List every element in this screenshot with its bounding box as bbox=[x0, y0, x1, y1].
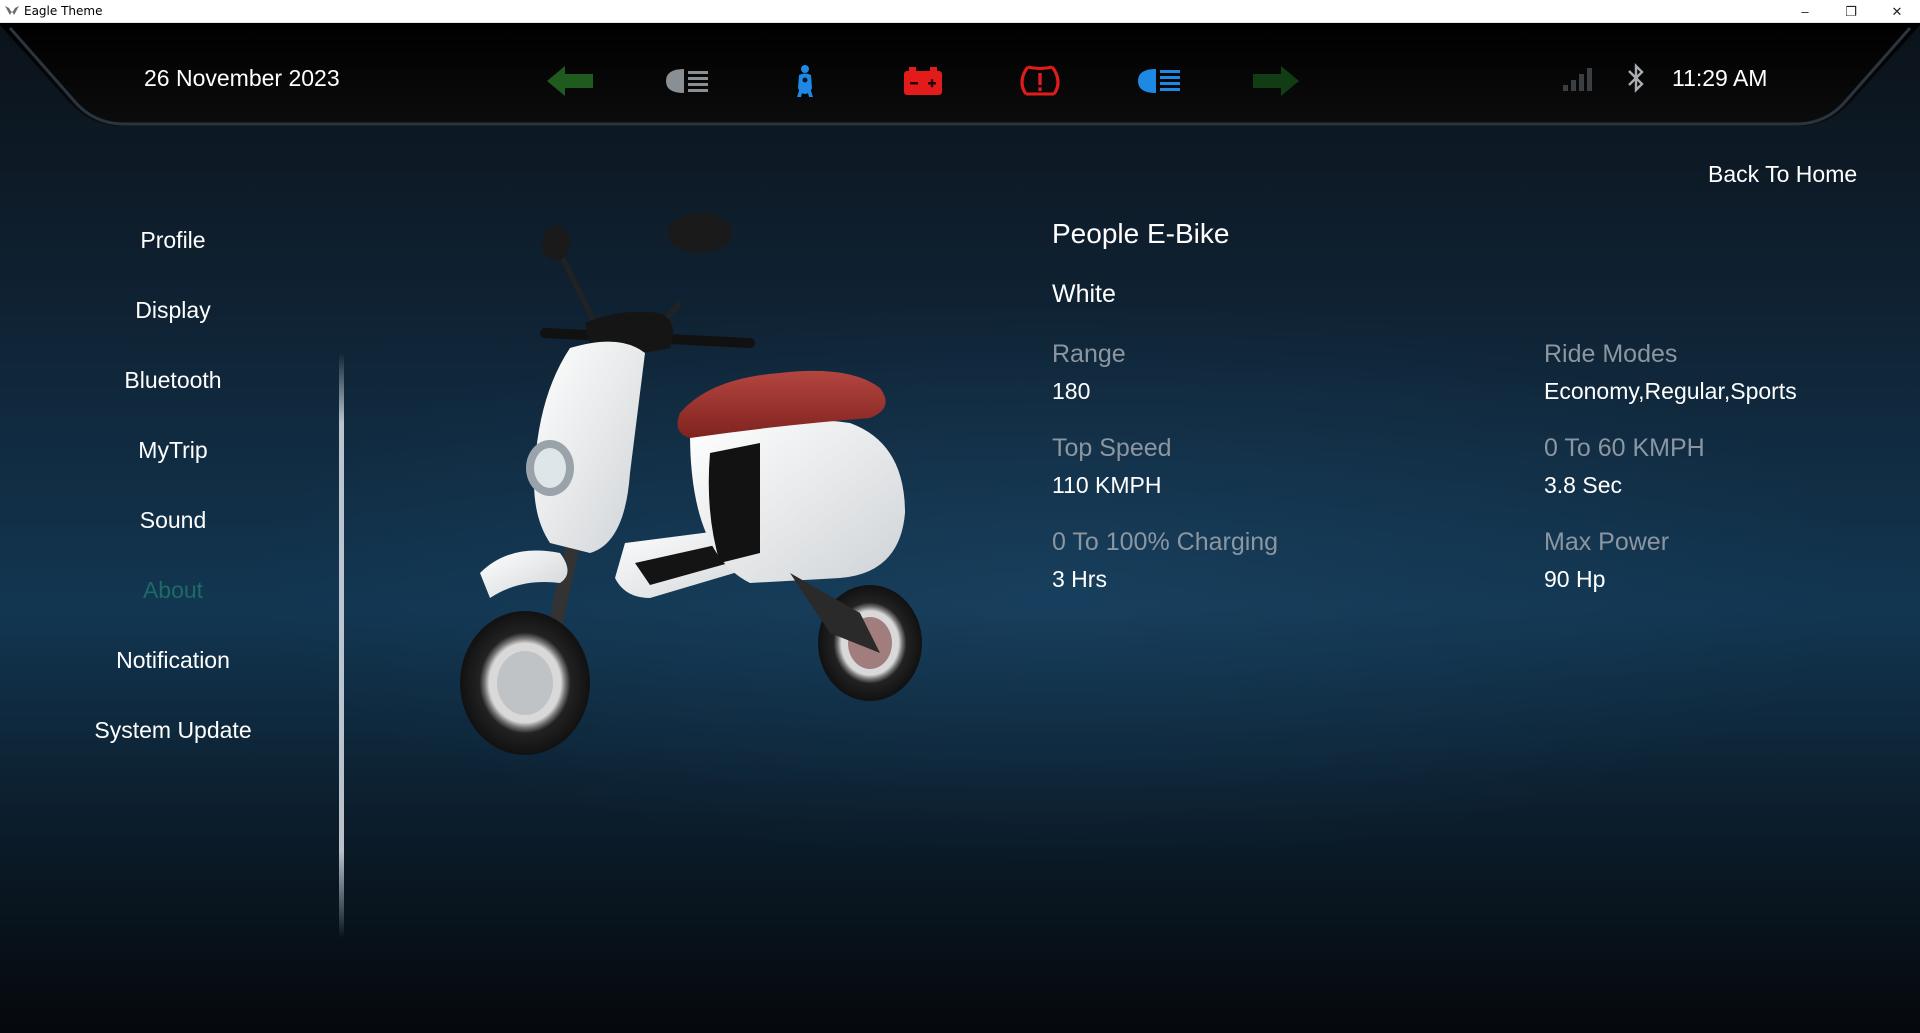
spec-value-acceleration: 3.8 Sec bbox=[1544, 472, 1622, 498]
scooter-image bbox=[460, 213, 922, 755]
menu-item-mytrip[interactable]: MyTrip bbox=[0, 437, 346, 464]
spec-value-top-speed: 110 KMPH bbox=[1052, 472, 1162, 498]
spec-value-charging: 3 Hrs bbox=[1052, 566, 1107, 592]
menu-item-about[interactable]: About bbox=[0, 577, 346, 604]
minimize-button[interactable]: – bbox=[1782, 0, 1828, 23]
back-to-home-link[interactable]: Back To Home bbox=[1708, 161, 1857, 188]
spec-label-max-power: Max Power bbox=[1544, 528, 1670, 556]
menu-item-bluetooth[interactable]: Bluetooth bbox=[0, 367, 346, 394]
signal-strength-icon bbox=[1563, 65, 1593, 96]
clock-display: 11:29 AM bbox=[1672, 65, 1768, 91]
side-stand-rider-icon bbox=[780, 61, 830, 101]
spec-value-max-power: 90 Hp bbox=[1544, 566, 1606, 592]
right-turn-arrow-icon bbox=[1251, 61, 1301, 101]
window-title: Eagle Theme bbox=[24, 4, 103, 18]
window-titlebar: Eagle Theme – ❐ ✕ bbox=[0, 0, 1920, 23]
status-bar: 26 November 2023 11:29 AM bbox=[0, 23, 1920, 133]
high-beam-icon bbox=[1134, 61, 1184, 101]
date-display: 26 November 2023 bbox=[144, 65, 340, 91]
spec-label-acceleration: 0 To 60 KMPH bbox=[1544, 434, 1705, 462]
tire-pressure-warning-icon bbox=[1015, 61, 1065, 101]
close-button[interactable]: ✕ bbox=[1874, 0, 1920, 23]
spec-label-charging: 0 To 100% Charging bbox=[1052, 528, 1279, 556]
menu-item-display[interactable]: Display bbox=[0, 297, 346, 324]
left-turn-arrow-icon bbox=[545, 61, 595, 101]
menu-item-profile[interactable]: Profile bbox=[0, 227, 346, 254]
spec-label-range: Range bbox=[1052, 340, 1126, 368]
battery-warning-icon bbox=[898, 61, 948, 101]
spec-value-range: 180 bbox=[1052, 378, 1091, 404]
vehicle-color: White bbox=[1052, 280, 1116, 308]
vehicle-model-name: People E-Bike bbox=[1052, 218, 1230, 249]
restore-button[interactable]: ❐ bbox=[1828, 0, 1874, 23]
menu-divider bbox=[339, 353, 344, 938]
menu-item-sound[interactable]: Sound bbox=[0, 507, 346, 534]
menu-item-system-update[interactable]: System Update bbox=[0, 717, 346, 744]
app-logo-icon bbox=[4, 3, 20, 19]
menu-item-notification[interactable]: Notification bbox=[0, 647, 346, 674]
bluetooth-icon bbox=[1626, 63, 1646, 98]
spec-value-ride-modes: Economy,Regular,Sports bbox=[1544, 378, 1797, 404]
spec-label-top-speed: Top Speed bbox=[1052, 434, 1172, 462]
low-beam-icon bbox=[662, 61, 712, 101]
spec-label-ride-modes: Ride Modes bbox=[1544, 340, 1678, 368]
app-canvas: 26 November 2023 11:29 AM Back To Home P… bbox=[0, 23, 1920, 1033]
